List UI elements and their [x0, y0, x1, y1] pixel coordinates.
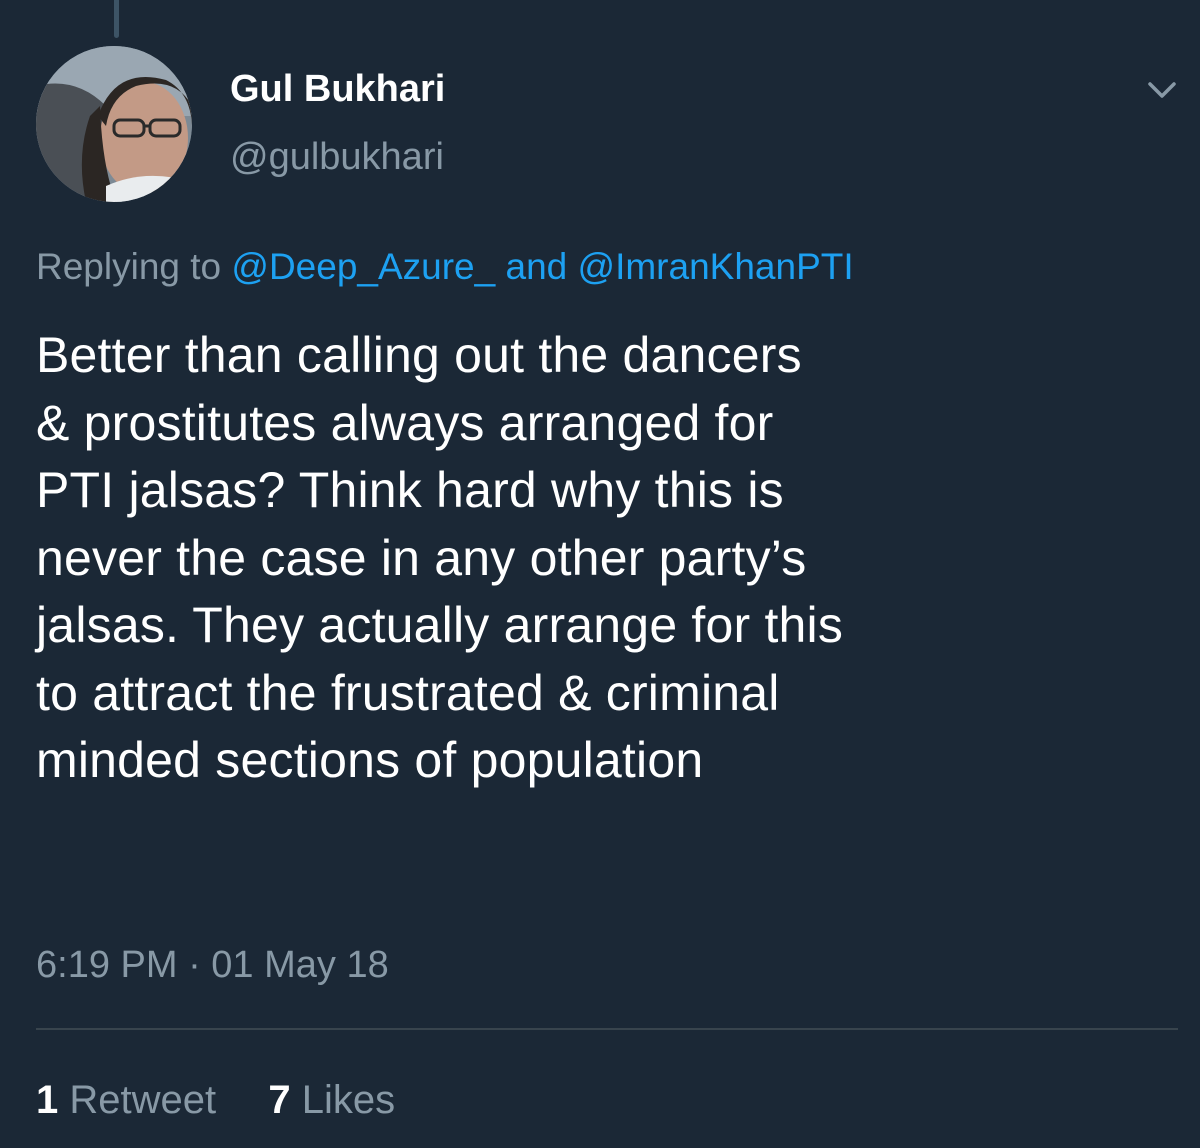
tweet-text-line: PTI jalsas? Think hard why this is: [36, 462, 784, 518]
tweet-text-line: minded sections of population: [36, 732, 704, 788]
tweet-text-line: to attract the frustrated & criminal: [36, 664, 780, 721]
reply-joiner[interactable]: and: [506, 246, 568, 287]
tweet-text-line: Better than calling out the dancers: [36, 327, 802, 383]
tweet-text: Better than calling out the dancers & pr…: [36, 322, 1166, 795]
retweets-stat[interactable]: 1 Retweet: [36, 1078, 227, 1122]
like-label: Likes: [301, 1078, 396, 1122]
like-count: 7: [268, 1078, 291, 1122]
divider: [36, 1028, 1178, 1030]
tweet-text-line: & prostitutes always arranged for: [36, 394, 774, 451]
replying-to-line: Replying to @Deep_Azure_ and @ImranKhanP…: [36, 248, 854, 285]
tweet-timestamp[interactable]: 6:19 PM · 01 May 18: [36, 946, 389, 984]
author-handle[interactable]: @gulbukhari: [230, 138, 444, 176]
tweet-text-line: jalsas. They actually arrange for this: [36, 597, 844, 653]
tweet-text-line: never the case in any other party’s: [36, 529, 807, 586]
chevron-down-icon[interactable]: [1142, 74, 1182, 106]
retweet-count: 1: [36, 1078, 59, 1122]
author-display-name[interactable]: Gul Bukhari: [230, 70, 445, 108]
avatar[interactable]: [36, 46, 192, 202]
retweet-label: Retweet: [69, 1078, 217, 1122]
engagement-stats: 1 Retweet 7 Likes: [36, 1080, 395, 1120]
reply-mention-deep-azure[interactable]: @Deep_Azure_: [231, 246, 495, 287]
replying-to-label: Replying to: [36, 246, 222, 287]
thread-connector-line: [114, 0, 119, 38]
likes-stat[interactable]: 7 Likes: [257, 1078, 395, 1122]
avatar-image: [36, 46, 192, 202]
reply-mention-imrankhanpti[interactable]: @ImranKhanPTI: [578, 246, 854, 287]
